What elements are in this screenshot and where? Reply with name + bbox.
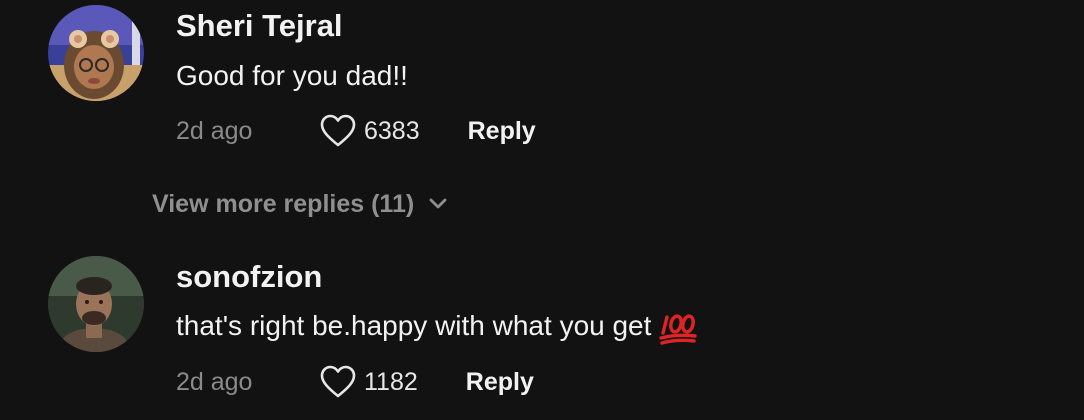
heart-icon [320, 114, 356, 147]
comment-username[interactable]: Sheri Tejral [176, 8, 343, 44]
comment-text: Good for you dad!! [176, 60, 408, 91]
reply-button[interactable]: Reply [466, 368, 534, 397]
comment-text: that's right be.happy with what you get [176, 310, 652, 341]
like-button[interactable]: 6383 [320, 114, 420, 148]
comment-username[interactable]: sonofzion [176, 259, 322, 295]
like-count: 6383 [364, 116, 420, 145]
chevron-down-icon [429, 198, 447, 209]
reply-button[interactable]: Reply [468, 117, 536, 146]
comment-timestamp: 2d ago [176, 367, 253, 396]
user-avatar-image [48, 256, 144, 352]
comment-timestamp: 2d ago [176, 116, 253, 145]
like-button[interactable]: 1182 [320, 365, 418, 399]
hundred-points-emoji-icon [659, 314, 698, 345]
avatar[interactable] [48, 5, 144, 101]
heart-icon [320, 365, 356, 398]
comment-text-row: that's right be.happy with what you get [176, 310, 698, 345]
view-more-replies-button[interactable]: View more replies (11) [152, 184, 448, 224]
user-avatar-image [48, 5, 144, 101]
comment-meta: 2d ago 6383 Reply [176, 111, 536, 151]
like-count: 1182 [364, 367, 418, 396]
avatar[interactable] [48, 256, 144, 352]
view-more-replies-label: View more replies (11) [152, 189, 415, 218]
comment-meta: 2d ago 1182 Reply [176, 362, 534, 402]
